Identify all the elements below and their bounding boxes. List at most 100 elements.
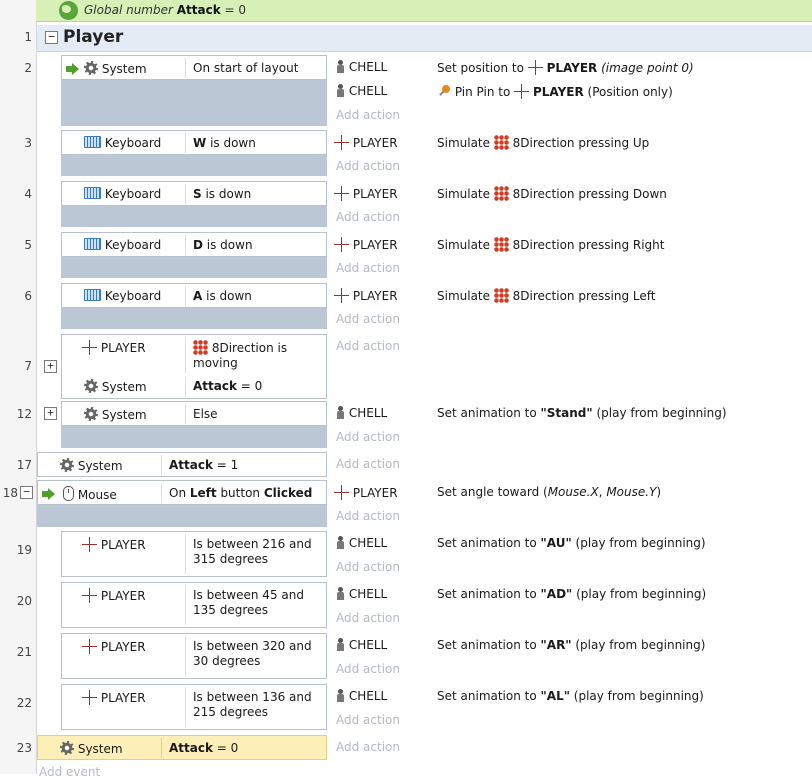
gear-icon (84, 407, 98, 421)
event-6-condition[interactable]: Keyboard A is down (61, 283, 327, 308)
action-object[interactable]: PLAYER (334, 485, 398, 500)
action-text[interactable]: Set position to PLAYER (image point 0) (437, 60, 694, 75)
line-number: 3 (24, 136, 32, 150)
condition-object: PLAYER (100, 538, 146, 552)
event-7-condition[interactable]: PLAYER 8Direction is moving System Attac… (61, 334, 327, 399)
action-object[interactable]: PLAYER (334, 135, 398, 150)
line-number: 2 (24, 61, 32, 75)
add-action-link[interactable]: Add action (336, 210, 400, 224)
add-action-link[interactable]: Add action (336, 457, 400, 471)
event-23-condition-selected[interactable]: System Attack = 0 (37, 735, 327, 760)
cross-object-icon (334, 135, 349, 150)
divider (185, 337, 186, 373)
line-number: 6 (24, 289, 32, 303)
action-text[interactable]: Set animation to "AU" (play from beginni… (437, 536, 706, 550)
action-text[interactable]: Set animation to "AD" (play from beginni… (437, 587, 706, 601)
chell-sprite-icon (336, 536, 345, 549)
action-text[interactable]: Set animation to "Stand" (play from begi… (437, 406, 727, 420)
action-object[interactable]: CHELL (336, 587, 387, 601)
collapse-toggle[interactable]: − (45, 31, 58, 44)
action-text[interactable]: Set angle toward (Mouse.X, Mouse.Y) (437, 485, 661, 499)
gear-icon (60, 458, 74, 472)
add-action-link[interactable]: Add action (336, 430, 400, 444)
action-object[interactable]: PLAYER (334, 288, 398, 303)
action-object[interactable]: CHELL (336, 60, 387, 74)
event-19-condition[interactable]: PLAYER Is between 216 and 315 degrees (61, 531, 327, 577)
add-action-link[interactable]: Add action (336, 108, 400, 122)
action-object[interactable]: CHELL (336, 536, 387, 550)
action-text[interactable]: Set animation to "AR" (play from beginni… (437, 638, 705, 652)
action-text[interactable]: Set animation to "AL" (play from beginni… (437, 689, 704, 703)
condition-object: System (77, 459, 123, 473)
condition-text: Attack = 0 (193, 379, 263, 393)
event-20-condition[interactable]: PLAYER Is between 45 and 135 degrees (61, 582, 327, 628)
condition-object: Mouse (77, 488, 117, 502)
keyboard-icon (84, 187, 101, 199)
add-action-link[interactable]: Add action (336, 509, 400, 523)
divider (185, 377, 186, 397)
condition-object: PLAYER (100, 691, 146, 705)
add-action-link[interactable]: Add action (336, 740, 400, 754)
global-variable-row[interactable]: Global number Attack = 0 (36, 0, 812, 22)
action-object[interactable]: CHELL (336, 638, 387, 652)
condition-text: Is between 45 and 135 degrees (193, 588, 304, 617)
condition-object: System (77, 742, 123, 756)
gear-icon (60, 741, 74, 755)
add-action-link[interactable]: Add action (336, 312, 400, 326)
eight-direction-icon (493, 186, 509, 201)
cross-object-icon (527, 60, 543, 75)
condition-text: Is between 320 and 30 degrees (193, 639, 312, 668)
event-3-condition[interactable]: Keyboard W is down (61, 130, 327, 155)
divider (185, 133, 186, 153)
event-18-condition[interactable]: Mouse On Left button Clicked (37, 480, 327, 505)
event-21-condition[interactable]: PLAYER Is between 320 and 30 degrees (61, 633, 327, 679)
chell-sprite-icon (336, 84, 345, 97)
event-22-condition[interactable]: PLAYER Is between 136 and 215 degrees (61, 684, 327, 730)
line-number: 5 (24, 238, 32, 252)
add-action-link[interactable]: Add action (336, 611, 400, 625)
event-17-condition[interactable]: System Attack = 1 (37, 452, 327, 477)
action-text[interactable]: Pin Pin to PLAYER (Position only) (437, 84, 673, 99)
expand-toggle[interactable]: + (44, 407, 57, 420)
add-action-link[interactable]: Add action (336, 339, 400, 353)
add-action-link[interactable]: Add action (336, 560, 400, 574)
eight-direction-icon (193, 340, 208, 355)
action-object[interactable]: PLAYER (334, 186, 398, 201)
event-2-condition[interactable]: System On start of layout (61, 55, 327, 80)
group-header-player[interactable]: − Player (37, 25, 812, 52)
action-text[interactable]: Simulate 8Direction pressing Up (437, 135, 649, 150)
line-number: 23 (16, 741, 32, 755)
expand-toggle[interactable]: + (44, 360, 57, 373)
line-number: 12 (16, 407, 32, 421)
add-action-link[interactable]: Add action (336, 261, 400, 275)
divider (185, 636, 186, 676)
add-event-link[interactable]: Add event (39, 765, 100, 779)
eight-direction-icon (493, 135, 509, 150)
condition-object: PLAYER (100, 341, 146, 355)
add-action-link[interactable]: Add action (336, 159, 400, 173)
event-12-condition[interactable]: System Else (61, 401, 327, 426)
condition-text: Attack = 1 (169, 458, 239, 472)
add-action-link[interactable]: Add action (336, 713, 400, 727)
add-action-link[interactable]: Add action (336, 662, 400, 676)
eight-direction-icon (493, 237, 509, 252)
cross-object-icon (82, 639, 97, 654)
line-number: 4 (24, 187, 32, 201)
chell-sprite-icon (336, 60, 345, 73)
action-object[interactable]: CHELL (336, 406, 387, 420)
collapse-toggle[interactable]: − (20, 486, 33, 499)
action-text[interactable]: Simulate 8Direction pressing Down (437, 186, 667, 201)
action-object[interactable]: PLAYER (334, 237, 398, 252)
action-text[interactable]: Simulate 8Direction pressing Right (437, 237, 664, 252)
condition-text: D is down (193, 238, 253, 252)
pin-icon (437, 85, 451, 99)
line-number: 18 (2, 486, 18, 500)
action-object[interactable]: CHELL (336, 689, 387, 703)
divider (185, 534, 186, 574)
event-5-condition[interactable]: Keyboard D is down (61, 232, 327, 257)
action-object[interactable]: CHELL (336, 84, 387, 98)
action-text[interactable]: Simulate 8Direction pressing Left (437, 288, 655, 303)
chell-sprite-icon (336, 638, 345, 651)
event-4-condition[interactable]: Keyboard S is down (61, 181, 327, 206)
line-number: 1 (24, 30, 32, 44)
